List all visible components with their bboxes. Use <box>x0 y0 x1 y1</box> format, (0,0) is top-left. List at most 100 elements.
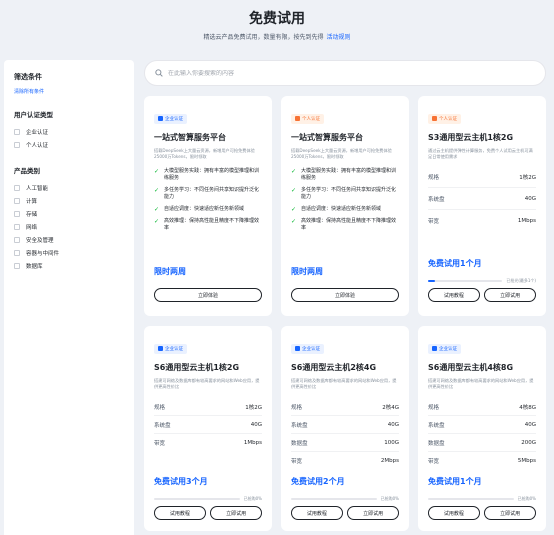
filter-option-storage[interactable]: 存储 <box>14 207 124 220</box>
card-description: 搭建可网络及数据库都有较高要求的网站和Web应用，提供更高性价比 <box>428 378 534 389</box>
filter-option-network[interactable]: 网络 <box>14 220 124 233</box>
check-icon: ✓ <box>154 218 160 225</box>
trial-duration: 限时两周 <box>291 267 323 276</box>
claim-progress: 已抢购0% <box>428 496 536 502</box>
checkbox[interactable] <box>14 184 20 191</box>
tutorial-button[interactable]: 试用教程 <box>154 506 206 520</box>
claim-progress: 已抢光(最多1个) <box>428 278 536 284</box>
trial-duration: 免费试用1个月 <box>428 477 482 486</box>
filter-option-container[interactable]: 容器与中间件 <box>14 246 124 259</box>
product-card: 企业认证 S6通用型云主机2核4G 搭建可网络及数据库都有较高要求的网站和Web… <box>281 326 409 531</box>
filter-option-enterprise[interactable]: 企业认证 <box>14 125 124 138</box>
try-now-button[interactable]: 立即体验 <box>291 288 399 302</box>
spec-row: 数据盘 100G <box>291 434 399 452</box>
spec-row: 带宽 1Mbps <box>428 218 536 225</box>
checkbox[interactable] <box>14 223 20 230</box>
filter-title: 筛选条件 <box>14 73 42 81</box>
spec-table: 规格 4核8G 系统盘 40G 数据盘 200G 带宽 5Mbps <box>428 398 536 470</box>
checkbox[interactable] <box>14 262 20 269</box>
page-subtitle: 精选云产品免费试用，数量有限，按先到先得 活动规则 <box>0 32 554 41</box>
trial-duration: 免费试用1个月 <box>428 259 482 268</box>
try-now-button[interactable]: 立即试用 <box>347 506 399 520</box>
card-title: 一站式智算服务平台 <box>291 133 363 142</box>
feature-list: ✓ 大模型服务实践：拥有丰富的模型推理和训练服务 ✓ 多任务学习：不同任务间共享知识… <box>154 168 262 232</box>
subtitle-text: 精选云产品免费试用，数量有限，按先到先得 <box>203 34 324 41</box>
feature-item: ✓ 自适应调度：快速适应新任务新领域 <box>154 206 245 213</box>
spec-row: 带宽 1Mbps <box>154 440 262 447</box>
filter-option-personal[interactable]: 个人认证 <box>14 138 124 151</box>
card-actions: 试用教程 立即试用 <box>428 506 536 520</box>
page-title: 免费试用 <box>249 11 305 27</box>
tutorial-button[interactable]: 试用教程 <box>428 506 480 520</box>
product-card: 个人认证 一站式智算服务平台 搭载DeepSeek上大量云资源，新增用户可抢免费… <box>281 96 409 316</box>
badge-icon <box>432 116 437 121</box>
clear-filters-link[interactable]: 清除所有条件 <box>14 88 124 95</box>
enterprise-badge: 企业认证 <box>291 343 324 354</box>
filter-option-security[interactable]: 安全及管理 <box>14 233 124 246</box>
progress-text: 已抢光(最多1个) <box>506 278 536 283</box>
spec-row: 带宽 5Mbps <box>428 458 536 465</box>
spec-row: 规格 4核8G <box>428 398 536 416</box>
personal-badge: 个人认证 <box>428 113 461 124</box>
feature-item: ✓ 大模型服务实践：拥有丰富的模型推理和训练服务 <box>154 168 260 181</box>
search-icon <box>155 69 163 77</box>
try-now-button[interactable]: 立即试用 <box>210 506 262 520</box>
check-icon: ✓ <box>291 206 297 213</box>
filter-option-database[interactable]: 数据库 <box>14 259 124 272</box>
product-card: 企业认证 一站式智算服务平台 搭载DeepSeek上大量云资源，新增用户可抢免费… <box>144 96 272 316</box>
check-icon: ✓ <box>154 168 160 175</box>
spec-row: 系统盘 40G <box>428 188 536 210</box>
badge-icon <box>432 346 437 351</box>
personal-badge: 个人认证 <box>291 113 324 124</box>
card-title: S6通用型云主机1核2G <box>154 363 240 372</box>
checkbox[interactable] <box>14 249 20 256</box>
checkbox[interactable] <box>14 197 20 204</box>
tutorial-button[interactable]: 试用教程 <box>428 288 480 302</box>
badge-icon <box>158 116 163 121</box>
check-icon: ✓ <box>291 187 297 194</box>
try-now-button[interactable]: 立即体验 <box>154 288 262 302</box>
check-icon: ✓ <box>154 206 160 213</box>
card-title: S6通用型云主机4核8G <box>428 363 514 372</box>
spec-row: 数据盘 200G <box>428 434 536 452</box>
check-icon: ✓ <box>154 187 160 194</box>
feature-item: ✓ 多任务学习：不同任务间共享知识提升泛化能力 <box>291 187 397 200</box>
search-bar[interactable] <box>144 60 546 86</box>
product-card: 企业认证 S6通用型云主机1核2G 搭建可网络及数据库都有较高要求的网站和Web… <box>144 326 272 531</box>
progress-track <box>428 498 514 500</box>
search-input[interactable] <box>168 69 528 77</box>
feature-list: ✓ 大模型服务实践：拥有丰富的模型推理和训练服务 ✓ 多任务学习：不同任务间共享知识… <box>291 168 399 232</box>
checkbox[interactable] <box>14 236 20 243</box>
feature-item: ✓ 多任务学习：不同任务间共享知识提升泛化能力 <box>154 187 260 200</box>
card-description: 通过云主机提供弹性计算服务，免费个人试用云主机可满足日常使用需求 <box>428 148 533 159</box>
filter-option-compute[interactable]: 计算 <box>14 194 124 207</box>
card-description: 搭建可网络及数据库都有较高要求的网站和Web应用，提供更高性价比 <box>154 378 260 389</box>
enterprise-badge: 企业认证 <box>154 113 187 124</box>
feature-item: ✓ 高效推理：保持高性能且精度不下降推理效率 <box>291 218 397 231</box>
category-filter-title: 产品类别 <box>14 167 40 175</box>
badge-icon <box>295 116 300 121</box>
checkbox[interactable] <box>14 128 20 135</box>
try-now-button[interactable]: 立即试用 <box>484 506 536 520</box>
card-actions: 试用教程 立即试用 <box>154 506 262 520</box>
progress-text: 已抢购0% <box>380 496 399 501</box>
feature-item: ✓ 自适应调度：快速适应新任务新领域 <box>291 206 382 213</box>
page-header: 免费试用 精选云产品免费试用，数量有限，按先到先得 活动规则 <box>0 0 554 56</box>
filter-option-ai[interactable]: 人工智能 <box>14 181 124 194</box>
enterprise-badge: 企业认证 <box>428 343 461 354</box>
card-title: 一站式智算服务平台 <box>154 133 226 142</box>
rules-link[interactable]: 活动规则 <box>327 34 351 41</box>
tutorial-button[interactable]: 试用教程 <box>291 506 343 520</box>
spec-row: 带宽 2Mbps <box>291 458 399 465</box>
card-description: 搭建可网络及数据库都有较高要求的网站和Web应用，提供更高性价比 <box>291 378 397 389</box>
enterprise-badge: 企业认证 <box>154 343 187 354</box>
progress-fill <box>428 280 435 282</box>
badge-icon <box>158 346 163 351</box>
checkbox[interactable] <box>14 141 20 148</box>
card-title: S6通用型云主机2核4G <box>291 363 377 372</box>
progress-track <box>428 280 503 282</box>
spec-row: 规格 2核4G <box>291 398 399 416</box>
card-actions: 试用教程 立即试用 <box>291 506 399 520</box>
checkbox[interactable] <box>14 210 20 217</box>
try-now-button[interactable]: 立即试用 <box>484 288 536 302</box>
